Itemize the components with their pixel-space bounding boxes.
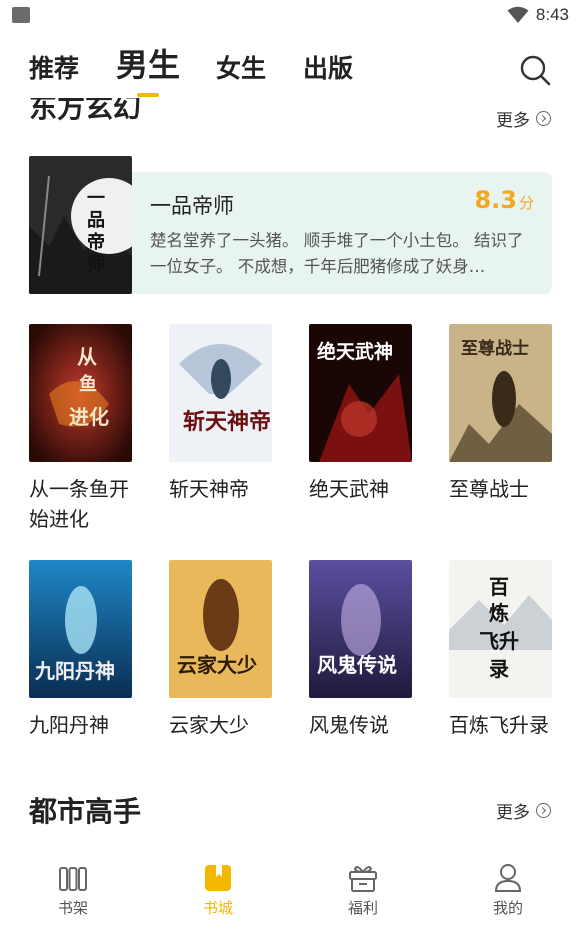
nav-label: 我的: [492, 899, 523, 917]
nav-label: 书城: [202, 899, 233, 917]
book-title: 百炼飞升录: [449, 713, 549, 737]
svg-text:至尊战士: 至尊战士: [461, 338, 529, 359]
tab-publish[interactable]: 出版: [303, 46, 353, 92]
more-button[interactable]: 更多: [496, 798, 551, 823]
svg-text:云家大少: 云家大少: [177, 653, 257, 677]
svg-text:百: 百: [489, 575, 509, 599]
content-scroll[interactable]: 东方玄幻 更多 一 品 帝 师 一品帝师 8.3 分 楚名堂养了一头猪。 顺手堆了…: [0, 98, 581, 844]
section-header: 都市高手 更多: [0, 790, 581, 830]
svg-text:一: 一: [87, 188, 105, 209]
book-title: 从一条鱼开始进化: [29, 477, 129, 531]
wifi-icon: [507, 6, 529, 23]
book-title: 云家大少: [169, 713, 249, 737]
svg-text:从: 从: [77, 345, 97, 369]
book-cover[interactable]: 云家大少: [169, 560, 272, 698]
book-cover[interactable]: 至尊战士: [449, 324, 552, 462]
active-tab-indicator: [137, 93, 159, 97]
score-value: 8.3: [474, 186, 517, 214]
book-title: 斩天神帝: [169, 477, 249, 501]
svg-text:鱼: 鱼: [79, 373, 97, 395]
featured-description: 楚名堂养了一头猪。 顺手堆了一个小土包。 结识了一位女子。 不成想，千年后肥猪修…: [150, 231, 524, 276]
book-cover[interactable]: 斩天神帝: [169, 324, 272, 462]
book-item[interactable]: 斩天神帝 斩天神帝: [169, 324, 272, 504]
section-title: 东方玄幻: [29, 98, 142, 124]
tab-recommend[interactable]: 推荐: [29, 46, 79, 92]
chevron-right-icon: [536, 803, 551, 818]
svg-text:品: 品: [87, 210, 105, 231]
nav-label: 福利: [347, 899, 378, 917]
nav-bookshelf[interactable]: 书架: [33, 862, 113, 918]
more-label: 更多: [496, 803, 530, 823]
more-button[interactable]: 更多: [496, 106, 551, 131]
svg-text:帝: 帝: [87, 231, 105, 253]
tab-male[interactable]: 男生: [116, 42, 180, 88]
book-item[interactable]: 九阳丹神 九阳丹神: [29, 560, 132, 740]
nav-bookstore[interactable]: 书城: [178, 862, 258, 918]
book-cover[interactable]: 一 品 帝 师: [29, 156, 132, 294]
bookstore-icon: [205, 865, 231, 891]
svg-text:飞升: 飞升: [479, 629, 519, 653]
chevron-right-icon: [536, 111, 551, 126]
book-cover[interactable]: 绝天武神: [309, 324, 412, 462]
section-header: 东方玄幻 更多: [0, 98, 581, 131]
nav-welfare[interactable]: 福利: [323, 862, 403, 918]
nav-profile[interactable]: 我的: [468, 862, 548, 918]
svg-text:炼: 炼: [489, 601, 509, 625]
bookshelf-icon: [59, 867, 87, 891]
svg-text:九阳丹神: 九阳丹神: [34, 659, 115, 683]
book-item[interactable]: 云家大少 云家大少: [169, 560, 272, 740]
score-unit: 分: [518, 194, 534, 212]
clock: 8:43: [535, 5, 569, 24]
tab-female[interactable]: 女生: [216, 46, 266, 92]
featured-score: 8.3 分: [474, 186, 534, 214]
book-item[interactable]: 绝天武神 绝天武神: [309, 324, 412, 504]
svg-text:录: 录: [489, 657, 509, 681]
notification-icon: [12, 7, 30, 23]
book-item[interactable]: 至尊战士 至尊战士: [449, 324, 552, 504]
book-cover[interactable]: 九阳丹神: [29, 560, 132, 698]
featured-book-card[interactable]: 一 品 帝 师 一品帝师 8.3 分 楚名堂养了一头猪。 顺手堆了一个小土包。 结…: [29, 156, 552, 294]
svg-text:风鬼传说: 风鬼传说: [317, 653, 397, 677]
book-cover[interactable]: 风鬼传说: [309, 560, 412, 698]
book-cover[interactable]: 百 炼 飞升 录: [449, 560, 552, 698]
svg-text:师: 师: [87, 253, 105, 275]
book-title: 风鬼传说: [309, 713, 389, 737]
section-title: 都市高手: [29, 795, 142, 828]
svg-text:进化: 进化: [69, 405, 109, 429]
status-bar: 8:43: [0, 0, 581, 32]
search-icon[interactable]: [519, 54, 551, 86]
book-item[interactable]: 风鬼传说 风鬼传说: [309, 560, 412, 740]
book-title: 九阳丹神: [29, 713, 109, 737]
profile-icon: [494, 864, 522, 892]
book-item[interactable]: 从 鱼 进化 从一条鱼开始进化: [29, 324, 132, 534]
bottom-navigation: 书架 书城 福利 我的: [0, 846, 581, 929]
book-item[interactable]: 百 炼 飞升 录 百炼飞升录: [449, 560, 552, 740]
featured-title: 一品帝师: [150, 194, 234, 218]
more-label: 更多: [496, 111, 530, 131]
book-title: 绝天武神: [309, 477, 389, 501]
book-title: 至尊战士: [449, 477, 529, 501]
nav-label: 书架: [57, 899, 88, 917]
gift-icon: [349, 866, 377, 892]
svg-text:斩天神帝: 斩天神帝: [183, 409, 271, 435]
top-tabs: 推荐 男生 女生 出版: [0, 46, 581, 97]
book-cover[interactable]: 从 鱼 进化: [29, 324, 132, 462]
svg-text:绝天武神: 绝天武神: [317, 340, 393, 363]
